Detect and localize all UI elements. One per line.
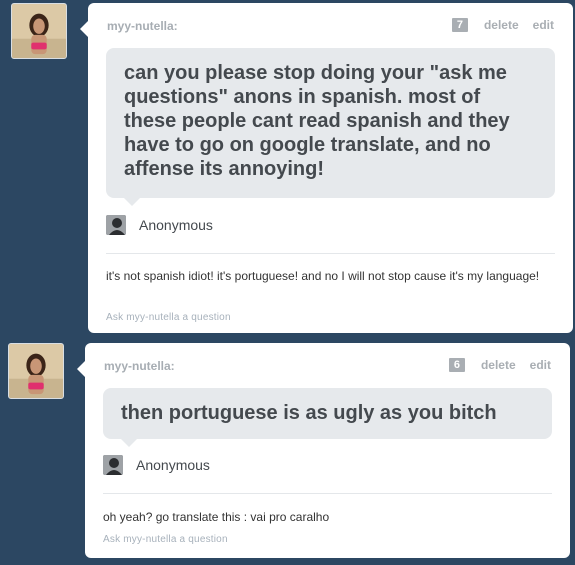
ask-question-link[interactable]: Ask myy-nutella a question [103, 534, 228, 545]
delete-button[interactable]: delete [484, 18, 519, 32]
anonymous-avatar-icon [106, 215, 126, 235]
post-header: myy-nutella: 7 delete edit [107, 17, 554, 33]
asker-name[interactable]: Anonymous [136, 457, 210, 473]
post-controls: 7 delete edit [451, 18, 554, 32]
asker-info: Anonymous [103, 455, 210, 475]
asker-name[interactable]: Anonymous [139, 217, 213, 233]
divider [103, 493, 552, 494]
question-bubble: can you please stop doing your "ask me q… [106, 48, 555, 206]
answer-text: oh yeah? go translate this : vai pro car… [103, 510, 330, 524]
answer-text: it's not spanish idiot! it's portuguese!… [106, 269, 540, 283]
ask-post: myy-nutella: 7 delete edit can you pleas… [80, 3, 573, 333]
note-count-badge[interactable]: 7 [451, 18, 468, 32]
note-count-badge[interactable]: 6 [448, 358, 465, 372]
blog-avatar[interactable] [11, 3, 67, 59]
delete-button[interactable]: delete [481, 358, 516, 372]
blog-avatar[interactable] [8, 343, 64, 399]
post-controls: 6 delete edit [448, 358, 551, 372]
question-bubble: then portuguese is as ugly as you bitch [103, 388, 552, 447]
ask-question-link[interactable]: Ask myy-nutella a question [106, 312, 231, 323]
edit-button[interactable]: edit [533, 18, 554, 32]
asker-info: Anonymous [106, 215, 213, 235]
blog-name-link[interactable]: myy-nutella: [104, 359, 175, 373]
avatar-photo [9, 344, 63, 398]
anonymous-avatar-icon [103, 455, 123, 475]
blog-name-link[interactable]: myy-nutella: [107, 19, 178, 33]
edit-button[interactable]: edit [530, 358, 551, 372]
ask-post: myy-nutella: 6 delete edit then portugue… [77, 343, 570, 558]
avatar-photo [12, 4, 66, 58]
post-header: myy-nutella: 6 delete edit [104, 357, 551, 373]
divider [106, 253, 555, 254]
